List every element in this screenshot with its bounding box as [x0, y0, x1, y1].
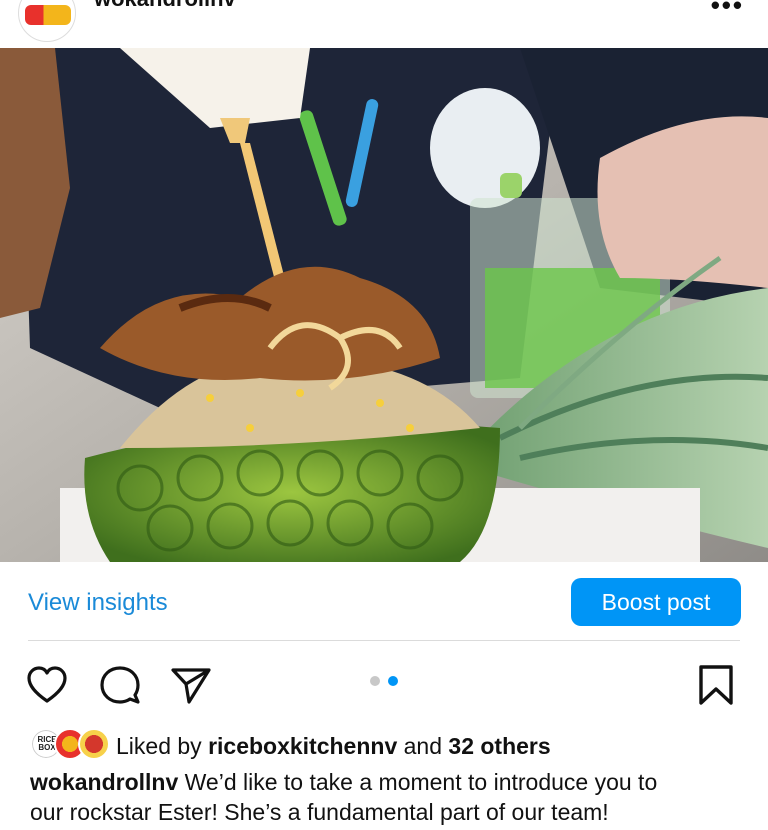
- pineapple-rice-photo: [0, 48, 768, 562]
- divider: [28, 640, 740, 641]
- more-options-icon[interactable]: •••: [711, 0, 744, 21]
- bookmark-icon[interactable]: [697, 664, 735, 706]
- caption-author[interactable]: wokandrollnv: [30, 769, 178, 795]
- liked-prefix: Liked by: [116, 733, 209, 759]
- account-avatar[interactable]: [18, 0, 76, 42]
- view-insights-link[interactable]: View insights: [28, 589, 168, 617]
- avatar: [78, 728, 110, 760]
- liked-by-text[interactable]: Liked by riceboxkitchennv and 32 others: [116, 733, 551, 760]
- post-caption: wokandrollnv We’d like to take a moment …: [30, 767, 750, 827]
- boost-post-button[interactable]: Boost post: [571, 578, 741, 626]
- comment-icon[interactable]: [99, 665, 141, 705]
- post-header: wokandrollnv •••: [0, 0, 768, 48]
- wok-and-roll-logo: [25, 5, 71, 25]
- liked-by-avatars[interactable]: RICE BOX: [30, 728, 110, 762]
- account-username[interactable]: wokandrollnv: [94, 0, 236, 12]
- paper-plane-icon[interactable]: [170, 665, 212, 705]
- heart-icon[interactable]: [26, 665, 68, 705]
- carousel-dot-2-active: [388, 676, 398, 686]
- post-photo[interactable]: [0, 48, 768, 562]
- liked-others[interactable]: 32 others: [448, 733, 550, 759]
- caption-line-1: We’d like to take a moment to introduce …: [178, 769, 658, 795]
- liked-middle: and: [397, 733, 449, 759]
- caption-line-2: our rockstar Ester! She’s a fundamental …: [30, 799, 609, 825]
- liked-user[interactable]: riceboxkitchennv: [208, 733, 397, 759]
- carousel-dot-1: [370, 676, 380, 686]
